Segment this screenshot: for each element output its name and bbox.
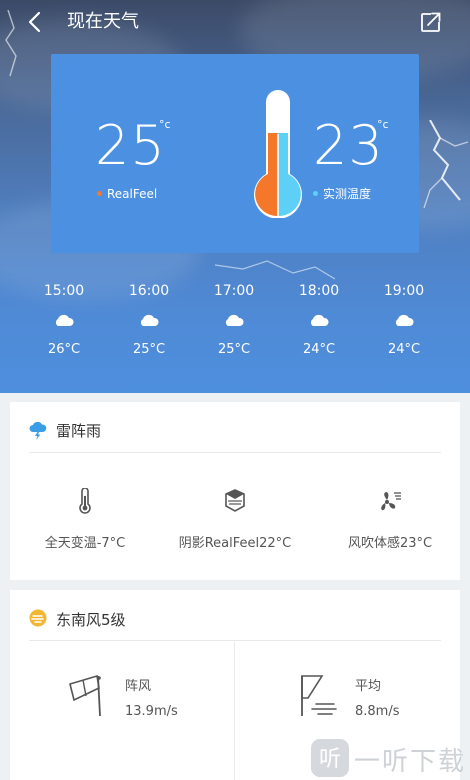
- thermometer-icon: [79, 488, 91, 514]
- measured-label-row: 实测温度: [313, 186, 371, 202]
- wind-flag-icon: [301, 675, 337, 716]
- hourly-time: 19:00: [383, 283, 425, 299]
- wind-chill-icon: [381, 492, 401, 511]
- wind-chill-item: 风吹体感23°C: [330, 488, 450, 551]
- hourly-temp: 25°C: [132, 342, 166, 357]
- average-value: 8.8m/s: [355, 704, 400, 719]
- hourly-item: 18:00 24°C: [289, 282, 349, 358]
- top-bar: 现在天气: [0, 0, 470, 46]
- hourly-temp: 25°C: [217, 342, 251, 357]
- gust-value: 13.9m/s: [125, 704, 178, 719]
- hourly-time: 18:00: [298, 283, 340, 299]
- measured-label: 实测温度: [323, 187, 372, 201]
- realfeel-unit: °c: [159, 118, 171, 131]
- temp-change-item: 全天变温-7°C: [25, 488, 145, 551]
- wind-level-icon: [29, 609, 47, 627]
- cloud-icon: [310, 314, 329, 326]
- cloud-icon: [225, 314, 244, 326]
- windsock-icon: [69, 674, 101, 717]
- realfeel-temperature: 25: [95, 114, 166, 177]
- watermark-text: 一听下载: [354, 747, 467, 777]
- wind-title: 东南风5级: [56, 611, 126, 629]
- weather-hero: 现在天气 25 °c RealFeel 23 °c 实测温度 15:00 26°…: [0, 0, 470, 393]
- hourly-temp: 24°C: [387, 342, 421, 357]
- hourly-item: 15:00 26°C: [34, 282, 94, 358]
- measured-dot: [313, 191, 318, 196]
- back-arrow-icon[interactable]: [26, 11, 44, 33]
- thunderstorm-icon: [29, 421, 47, 440]
- hourly-item: 19:00 24°C: [374, 282, 434, 358]
- hourly-temp: 26°C: [47, 342, 81, 357]
- condition-title: 雷阵雨: [56, 422, 102, 440]
- lightning-icon: [423, 120, 469, 209]
- divider: [29, 640, 441, 641]
- measured-temperature: 23: [313, 114, 384, 177]
- watermark: 听 一听下载: [306, 736, 470, 780]
- page-title: 现在天气: [67, 11, 139, 32]
- temp-change-label: 全天变温-7°C: [44, 536, 126, 551]
- condition-card: 雷阵雨 全天变温-7°C 阴影RealFeel22°C 风吹体感23°C: [10, 402, 460, 580]
- thermometer-graphic: [254, 90, 302, 218]
- cloud-icon: [140, 314, 159, 326]
- shade-realfeel-item: 阴影RealFeel22°C: [170, 488, 300, 551]
- vertical-divider: [234, 642, 235, 780]
- wind-chill-label: 风吹体感23°C: [347, 536, 433, 551]
- hourly-temp: 24°C: [302, 342, 336, 357]
- divider: [29, 452, 441, 453]
- hourly-item: 17:00 25°C: [204, 282, 264, 358]
- share-icon[interactable]: [420, 11, 442, 33]
- temperature-panel: 25 °c RealFeel 23 °c 实测温度: [51, 54, 419, 253]
- realfeel-label: RealFeel: [107, 187, 158, 201]
- realfeel-label-row: RealFeel: [97, 186, 157, 202]
- hourly-time: 16:00: [128, 283, 170, 299]
- measured-unit: °c: [377, 118, 389, 131]
- shade-icon: [225, 489, 245, 512]
- cloud-icon: [395, 314, 414, 326]
- hourly-item: 16:00 25°C: [119, 282, 179, 358]
- gust-label: 阵风: [125, 679, 152, 694]
- shade-realfeel-label: 阴影RealFeel22°C: [178, 536, 292, 551]
- realfeel-dot: [97, 191, 102, 196]
- svg-text:听: 听: [319, 747, 341, 772]
- cloud-icon: [55, 314, 74, 326]
- average-label: 平均: [355, 679, 382, 694]
- hourly-time: 17:00: [213, 283, 255, 299]
- watermark-logo-icon: 听: [311, 739, 349, 777]
- hourly-time: 15:00: [43, 283, 85, 299]
